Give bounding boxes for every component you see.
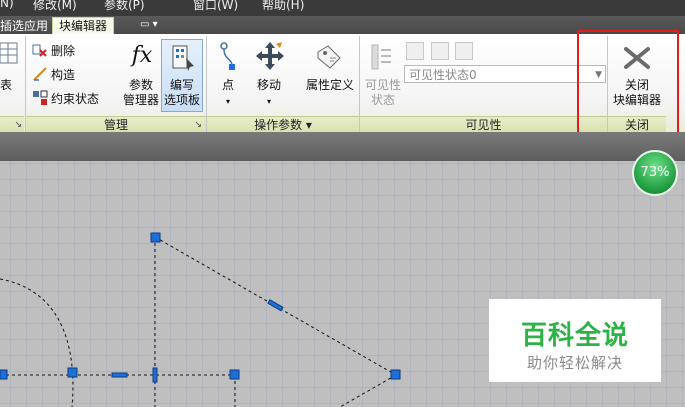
fx-icon: fx: [131, 43, 153, 68]
grip-square[interactable]: [67, 367, 78, 378]
watermark-title: 百科全说: [520, 321, 629, 351]
tab-dropdown-icon[interactable]: ▭ ▾: [140, 19, 164, 31]
authoring-palette-text: 编写 选项板: [161, 78, 203, 108]
watermark-subtitle: 助你轻松解决: [526, 354, 623, 372]
table-icon: [0, 42, 18, 64]
left-panel-launcher-icon[interactable]: ↘: [14, 117, 22, 133]
menu-item-help[interactable]: 帮助(H): [262, 0, 304, 13]
delete-icon: [32, 44, 47, 57]
attribute-definition-button[interactable]: 属性定义: [304, 78, 356, 93]
point-parameter-button[interactable]: 点 ▾: [214, 78, 242, 109]
grip-square[interactable]: [390, 369, 401, 380]
delete-label: 删除: [51, 43, 76, 58]
visibility-panel-title: 可见性: [360, 116, 607, 133]
menu-bar: N) 修改(M) 参数(P) 窗口(W) 帮助(H): [0, 0, 685, 16]
menu-item-param[interactable]: 参数(P): [104, 0, 145, 13]
tab-block-editor[interactable]: 块编辑器: [52, 17, 115, 35]
point-label: 点: [221, 78, 234, 92]
close-button-highlight-box: [577, 30, 679, 142]
zoom-level-badge[interactable]: 73%: [632, 150, 678, 196]
visibility-state-button[interactable]: 可见性 状态: [362, 78, 404, 108]
manage-panel-title: 管理 ↘: [26, 116, 206, 133]
grip-square[interactable]: [229, 369, 240, 380]
grip-square[interactable]: [150, 232, 161, 243]
visibility-state-icon: [369, 42, 395, 72]
param-manager-button[interactable]: 参数 管理器: [120, 78, 162, 108]
move-button[interactable]: 移动 ▾: [252, 78, 286, 109]
visibility-mode-icon[interactable]: [406, 42, 424, 60]
delete-button[interactable]: 删除: [32, 41, 75, 59]
authoring-palette-label-1: 编写: [169, 78, 194, 92]
dashed-line-lower: [339, 374, 397, 407]
construct-icon: [33, 67, 47, 81]
visibility-state-select[interactable]: 可见性状态0 ▼: [404, 65, 606, 83]
menu-item-window[interactable]: 窗口(W): [193, 0, 238, 13]
constraint-status-button[interactable]: 约束状态: [32, 89, 99, 107]
menu-item-prev[interactable]: N): [0, 0, 14, 10]
make-invisible-icon[interactable]: [455, 42, 473, 60]
move-icon: [254, 40, 286, 72]
dashed-arc: [0, 278, 74, 407]
construct-button[interactable]: 构造: [32, 65, 75, 83]
visibility-state-label-2: 状态: [370, 93, 395, 107]
point-dropdown-icon: ▾: [225, 97, 230, 106]
visibility-state-label-1: 可见性: [364, 78, 401, 92]
menu-item-modify[interactable]: 修改(M): [33, 0, 77, 13]
constraint-status-label: 约束状态: [51, 91, 100, 106]
table-label[interactable]: 表: [0, 78, 12, 93]
grip-square[interactable]: [0, 369, 8, 380]
construct-label: 构造: [51, 67, 76, 82]
left-panel-title: ↘: [0, 116, 24, 133]
make-visible-icon[interactable]: [431, 42, 449, 60]
manage-panel-launcher-icon[interactable]: ↘: [194, 117, 202, 133]
visibility-state-select-value: 可见性状态0: [409, 68, 477, 82]
operation-panel-title: 操作参数 ▾: [207, 116, 359, 133]
param-manager-label-1: 参数: [128, 78, 153, 92]
move-label: 移动: [256, 78, 281, 92]
authoring-palette-label-2: 选项板: [163, 93, 200, 107]
palette-icon: [170, 44, 196, 72]
tab-plugin-apps[interactable]: 插选应用: [0, 18, 48, 34]
drawing-tab-bar: [0, 132, 685, 161]
param-manager-label-2: 管理器: [122, 93, 159, 107]
move-dropdown-icon: ▾: [266, 97, 271, 106]
grip-midpoint[interactable]: [111, 372, 128, 378]
grip-midpoint[interactable]: [152, 367, 158, 383]
manage-panel-title-text: 管理: [103, 118, 128, 132]
watermark: 百科全说 助你轻松解决: [489, 299, 661, 382]
grip-midpoint[interactable]: [267, 299, 284, 312]
attribute-definition-icon: [314, 42, 344, 72]
constraint-status-icon: [33, 90, 48, 105]
point-parameter-icon: [218, 42, 238, 72]
